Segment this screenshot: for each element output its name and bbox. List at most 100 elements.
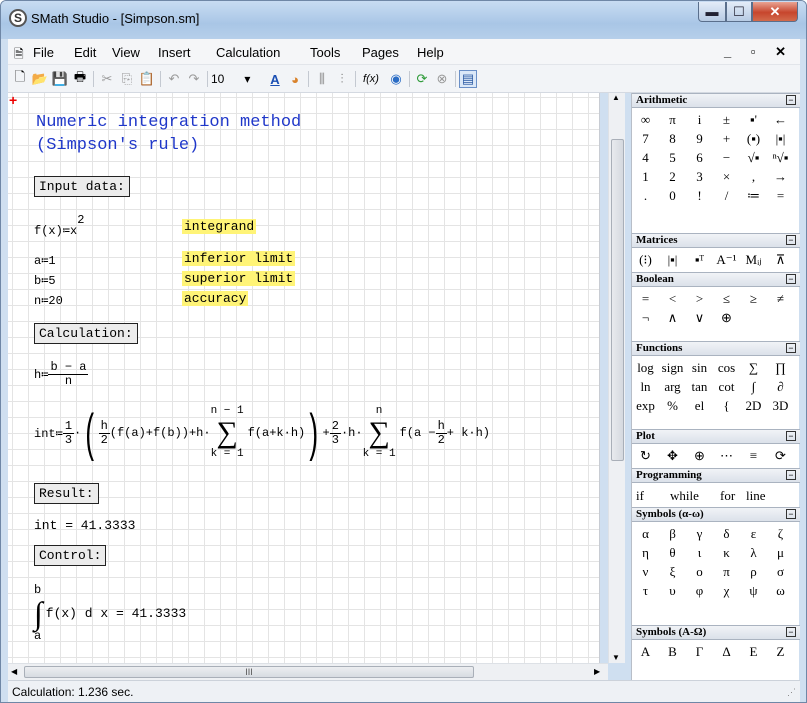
function-key-1-1[interactable]: arg bbox=[659, 377, 686, 396]
save-icon[interactable]: 💾 bbox=[51, 70, 69, 88]
greek-lower-key-5[interactable]: ζ bbox=[767, 524, 794, 543]
b-definition[interactable]: b≔5 bbox=[34, 273, 56, 288]
plot-key-3[interactable]: ⋯ bbox=[713, 446, 740, 465]
redo-icon[interactable]: ↷ bbox=[185, 70, 203, 88]
greek-upper-key-2[interactable]: Γ bbox=[686, 642, 713, 661]
matrix-key-2[interactable]: ▪ᵀ bbox=[686, 250, 713, 269]
greek-lower-key-14[interactable]: ο bbox=[686, 562, 713, 581]
arithmetic-key-18[interactable]: 1 bbox=[632, 167, 659, 186]
panel-header-functions[interactable]: Functions − bbox=[632, 341, 800, 356]
function-key-1-0[interactable]: ln bbox=[632, 377, 659, 396]
greek-lower-key-16[interactable]: ρ bbox=[740, 562, 767, 581]
collapse-icon[interactable]: − bbox=[786, 627, 796, 637]
title-bar[interactable]: S SMath Studio - [Simpson.sm] ▬ ☐ ✕ bbox=[1, 1, 806, 39]
arithmetic-key-4[interactable]: ▪' bbox=[740, 110, 767, 129]
arithmetic-key-20[interactable]: 3 bbox=[686, 167, 713, 186]
undo-icon[interactable]: ↶ bbox=[165, 70, 183, 88]
greek-lower-key-10[interactable]: λ bbox=[740, 543, 767, 562]
collapse-icon[interactable]: − bbox=[786, 431, 796, 441]
function-key-1-5[interactable]: ∂ bbox=[767, 377, 794, 396]
prog-for[interactable]: for bbox=[716, 486, 746, 505]
function-key-2-5[interactable]: 3D bbox=[767, 396, 794, 415]
matrix-key-4[interactable]: Mᵢⱼ bbox=[740, 250, 767, 269]
arithmetic-key-28[interactable]: ≔ bbox=[740, 186, 767, 205]
prog-if[interactable]: if bbox=[632, 486, 666, 505]
greek-lower-key-18[interactable]: τ bbox=[632, 581, 659, 600]
panel-header-plot[interactable]: Plot − bbox=[632, 429, 800, 444]
arithmetic-key-3[interactable]: ± bbox=[713, 110, 740, 129]
collapse-icon[interactable]: − bbox=[786, 274, 796, 284]
font-size-select[interactable]: 10 ▾ bbox=[211, 70, 269, 88]
calculation-label[interactable]: Calculation: bbox=[34, 323, 138, 344]
function-key-2-2[interactable]: el bbox=[686, 396, 713, 415]
function-key-0-0[interactable]: log bbox=[632, 358, 659, 377]
function-key-0-2[interactable]: sin bbox=[686, 358, 713, 377]
worksheet[interactable]: Numeric integration method (Simpson's ru… bbox=[8, 93, 600, 663]
result-label[interactable]: Result: bbox=[34, 483, 99, 504]
units-icon[interactable]: ◉ bbox=[387, 70, 405, 88]
function-key-2-1[interactable]: % bbox=[659, 396, 686, 415]
plot-key-5[interactable]: ⟳ bbox=[767, 446, 794, 465]
resize-grip-icon[interactable]: ⋰ bbox=[787, 687, 796, 698]
menu-pages[interactable]: Pages bbox=[362, 45, 399, 60]
paste-icon[interactable]: 📋 bbox=[138, 70, 156, 88]
arithmetic-key-24[interactable]: . bbox=[632, 186, 659, 205]
greek-lower-key-2[interactable]: γ bbox=[686, 524, 713, 543]
boolean-key-7[interactable]: ∧ bbox=[659, 308, 686, 327]
greek-upper-key-5[interactable]: Ζ bbox=[767, 642, 794, 661]
minimize-button[interactable]: ▬ bbox=[698, 2, 726, 22]
panel-header-matrices[interactable]: Matrices − bbox=[632, 233, 800, 248]
arithmetic-key-12[interactable]: 4 bbox=[632, 148, 659, 167]
greek-lower-key-9[interactable]: κ bbox=[713, 543, 740, 562]
arithmetic-key-13[interactable]: 5 bbox=[659, 148, 686, 167]
control-integral[interactable]: b ∫ a f(x) d x = 41.3333 bbox=[34, 581, 186, 645]
greek-lower-key-7[interactable]: θ bbox=[659, 543, 686, 562]
menu-calculation[interactable]: Calculation bbox=[216, 45, 280, 60]
greek-upper-key-3[interactable]: Δ bbox=[713, 642, 740, 661]
open-folder-icon[interactable]: 📂 bbox=[31, 70, 49, 88]
greek-lower-key-12[interactable]: ν bbox=[632, 562, 659, 581]
boolean-key-1[interactable]: < bbox=[659, 289, 686, 308]
panel-header-arithmetic[interactable]: Arithmetic − bbox=[632, 93, 800, 108]
greek-upper-key-4[interactable]: Ε bbox=[740, 642, 767, 661]
integrand-comment[interactable]: integrand bbox=[182, 219, 257, 234]
int-definition[interactable]: int≔ 13 · ( h2 (f(a)+f(b))+h· n − 1 ∑ k = … bbox=[34, 397, 490, 469]
menu-tools[interactable]: Tools bbox=[310, 45, 340, 60]
function-key-2-4[interactable]: 2D bbox=[740, 396, 767, 415]
arithmetic-key-10[interactable]: (▪) bbox=[740, 129, 767, 148]
document-menu-icon[interactable]: 🗎 bbox=[14, 45, 24, 66]
maximize-button[interactable]: ☐ bbox=[726, 2, 752, 22]
h-definition[interactable]: h≔ b − an bbox=[34, 361, 89, 388]
arithmetic-key-26[interactable]: ! bbox=[686, 186, 713, 205]
toggle-panel-icon[interactable]: ▤ bbox=[459, 70, 477, 88]
accuracy-comment[interactable]: accuracy bbox=[182, 291, 249, 306]
arithmetic-key-5[interactable]: ← bbox=[767, 110, 794, 129]
greek-lower-key-21[interactable]: χ bbox=[713, 581, 740, 600]
greek-lower-key-20[interactable]: φ bbox=[686, 581, 713, 600]
menu-file[interactable]: File bbox=[33, 45, 54, 60]
arithmetic-key-25[interactable]: 0 bbox=[659, 186, 686, 205]
insert-function-button[interactable]: f(x) bbox=[358, 70, 384, 88]
arithmetic-key-19[interactable]: 2 bbox=[659, 167, 686, 186]
mdi-window-controls[interactable]: _ ▫ ✕ bbox=[724, 44, 794, 60]
arithmetic-key-0[interactable]: ∞ bbox=[632, 110, 659, 129]
control-label[interactable]: Control: bbox=[34, 545, 107, 566]
n-definition[interactable]: n≔20 bbox=[34, 293, 63, 308]
plot-key-1[interactable]: ✥ bbox=[659, 446, 686, 465]
function-key-0-3[interactable]: cos bbox=[713, 358, 740, 377]
arithmetic-key-21[interactable]: × bbox=[713, 167, 740, 186]
fill-color-icon[interactable]: ◕ bbox=[286, 70, 304, 88]
input-data-label[interactable]: Input data: bbox=[34, 176, 130, 197]
print-icon[interactable]: 🖶 bbox=[71, 69, 89, 88]
arithmetic-key-23[interactable]: → bbox=[767, 167, 794, 186]
greek-lower-key-8[interactable]: ι bbox=[686, 543, 713, 562]
arithmetic-key-14[interactable]: 6 bbox=[686, 148, 713, 167]
menu-help[interactable]: Help bbox=[417, 45, 444, 60]
matrix-key-0[interactable]: (⁝) bbox=[632, 250, 659, 269]
arithmetic-key-1[interactable]: π bbox=[659, 110, 686, 129]
greek-lower-key-13[interactable]: ξ bbox=[659, 562, 686, 581]
greek-upper-key-0[interactable]: Α bbox=[632, 642, 659, 661]
menu-edit[interactable]: Edit bbox=[74, 45, 96, 60]
scroll-right-icon[interactable]: ▶ bbox=[594, 667, 600, 676]
arithmetic-key-17[interactable]: ⁿ√▪ bbox=[767, 148, 794, 167]
